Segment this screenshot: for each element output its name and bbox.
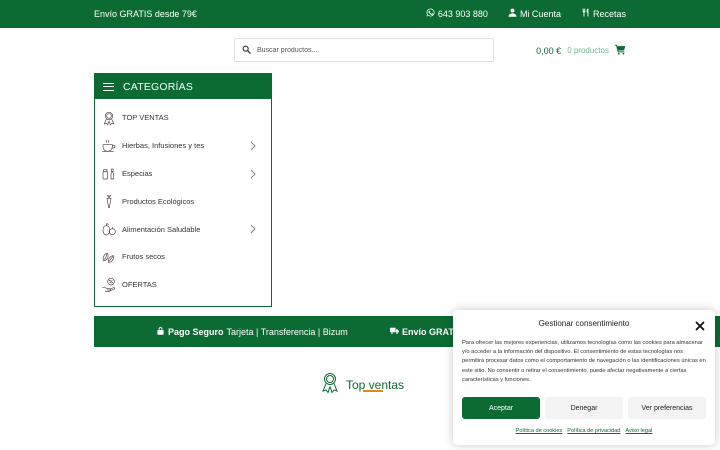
legal-notice-link[interactable]: Aviso legal xyxy=(625,428,652,434)
categories-header[interactable]: CATEGORÍAS xyxy=(95,74,271,99)
category-label: OFERTAS xyxy=(122,280,157,290)
spice-jars-icon xyxy=(101,165,117,181)
category-top-ventas[interactable]: TOP VENTAS xyxy=(95,104,271,132)
utensils-icon xyxy=(581,8,590,19)
fruit-icon xyxy=(101,221,117,237)
secure-payment-title: Pago Seguro xyxy=(168,326,224,337)
consent-description: Para ofrecer las mejores experiencias, u… xyxy=(462,340,706,383)
cart-summary[interactable]: 0,00 € 0 productos xyxy=(536,44,626,57)
category-alimentacion[interactable]: Alimentación Saludable xyxy=(95,215,271,243)
hamburger-icon xyxy=(103,80,114,93)
category-label: Hierbas, Infusiones y tes xyxy=(122,141,205,151)
accept-button[interactable]: Aceptar xyxy=(462,397,540,419)
category-ofertas[interactable]: OFERTAS xyxy=(95,271,271,299)
whatsapp-icon xyxy=(426,8,435,19)
cart-count: 0 productos xyxy=(567,46,609,55)
search-box xyxy=(234,38,494,62)
free-shipping-promo: Envío GRATIS desde 79€ xyxy=(94,9,197,19)
consent-title: Gestionar consentimiento xyxy=(538,319,630,328)
preferences-button[interactable]: Ver preferencias xyxy=(628,397,706,419)
secure-payment-info: Pago Seguro Tarjeta | Transferencia | Bi… xyxy=(156,326,348,337)
cart-amount: 0,00 € xyxy=(536,45,562,56)
cart-icon xyxy=(615,44,626,57)
search-input[interactable] xyxy=(257,46,477,54)
award-ribbon-icon xyxy=(101,110,117,126)
teacup-icon xyxy=(101,138,117,154)
account-label: Mi Cuenta xyxy=(519,8,561,19)
privacy-policy-link[interactable]: Política de privacidad xyxy=(567,428,620,434)
free-shipping-info: Envío GRATI xyxy=(390,326,456,337)
discount-hand-icon xyxy=(101,277,117,293)
award-ribbon-icon xyxy=(318,370,342,399)
category-label: Productos Ecológicos xyxy=(122,196,195,206)
top-bar: Envío GRATIS desde 79€ 643 903 880 Mi Cu… xyxy=(0,0,720,28)
recipes-label: Recetas xyxy=(592,8,626,19)
phone-link[interactable]: 643 903 880 xyxy=(426,8,488,19)
top-ventas-underline xyxy=(363,390,383,392)
payment-methods: Tarjeta | Transferencia | Bizum xyxy=(226,326,348,337)
cookie-policy-link[interactable]: Política de cookies xyxy=(516,428,563,434)
phone-number: 643 903 880 xyxy=(437,8,488,19)
search-icon xyxy=(242,41,251,59)
categories-title: CATEGORÍAS xyxy=(123,80,194,93)
category-label: Especias xyxy=(122,168,153,178)
account-link[interactable]: Mi Cuenta xyxy=(508,8,561,19)
recipes-link[interactable]: Recetas xyxy=(581,8,626,19)
user-icon xyxy=(508,8,517,19)
consent-buttons: Aceptar Denegar Ver preferencias xyxy=(462,397,706,419)
deny-button[interactable]: Denegar xyxy=(545,397,623,419)
category-frutos-secos[interactable]: Frutos secos xyxy=(95,243,271,271)
categories-menu: CATEGORÍAS TOP VENTAS Hierbas, Infusione… xyxy=(94,73,272,307)
chevron-right-icon xyxy=(249,224,257,234)
truck-icon xyxy=(390,326,399,337)
category-label: Alimentación Saludable xyxy=(122,224,201,234)
categories-list: TOP VENTAS Hierbas, Infusiones y tes Esp… xyxy=(95,99,271,299)
category-especias[interactable]: Especias xyxy=(95,160,271,188)
category-hierbas[interactable]: Hierbas, Infusiones y tes xyxy=(95,132,271,160)
consent-links: Política de cookies Política de privacid… xyxy=(453,428,715,434)
category-label: Frutos secos xyxy=(122,252,165,262)
category-label: TOP VENTAS xyxy=(122,113,169,123)
free-shipping-title: Envío GRATI xyxy=(402,326,457,337)
cookie-consent-dialog: Gestionar consentimiento Para ofrecer la… xyxy=(453,310,715,445)
top-ventas-heading: Top ventas xyxy=(318,370,404,399)
category-ecologicos[interactable]: Productos Ecológicos xyxy=(95,187,271,215)
nuts-icon xyxy=(101,249,117,265)
carrot-icon xyxy=(101,193,117,209)
top-links: 643 903 880 Mi Cuenta Recetas xyxy=(426,8,626,19)
lock-icon xyxy=(156,326,165,337)
chevron-right-icon xyxy=(249,141,257,151)
chevron-right-icon xyxy=(249,169,257,179)
close-icon[interactable] xyxy=(695,318,705,331)
